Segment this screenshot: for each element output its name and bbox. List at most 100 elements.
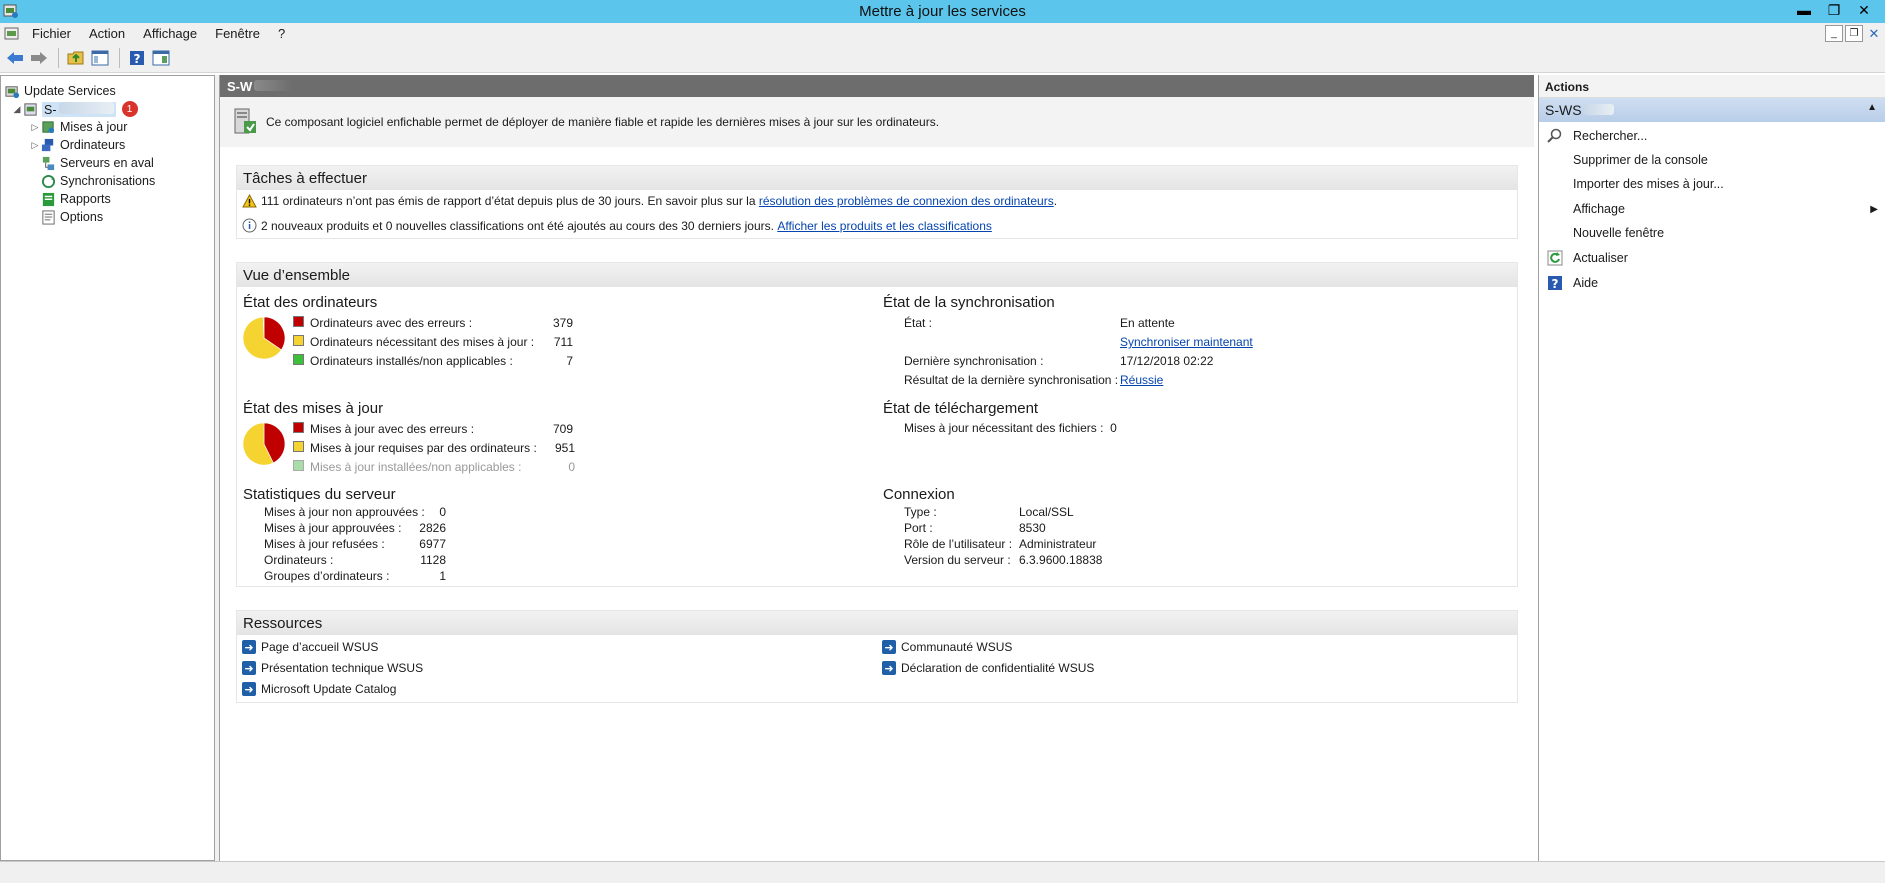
action-rechercher[interactable]: Rechercher... <box>1539 125 1885 147</box>
legend-swatch-installed <box>293 354 304 365</box>
updates-pie-chart <box>242 422 286 466</box>
resource-link-privacy[interactable]: ➜ Déclaration de confidentialité WSUS <box>882 661 1094 675</box>
tree-item-serveurs-en-aval[interactable]: Serveurs en aval <box>41 154 154 172</box>
mdi-close-button[interactable]: ✕ <box>1865 25 1883 42</box>
show-hide-tree-button[interactable] <box>89 47 111 69</box>
updates-installed-label: Mises à jour installées/non applicables … <box>310 460 522 474</box>
task-row-products: 2 nouveaux produits et 0 nouvelles class… <box>242 218 992 233</box>
conn-version-value: 6.3.9600.18838 <box>1019 553 1103 567</box>
resource-link-update-catalog[interactable]: ➜ Microsoft Update Catalog <box>242 682 396 696</box>
link-arrow-icon: ➜ <box>242 661 256 675</box>
collapse-caret-icon[interactable]: ▲ <box>1867 102 1877 113</box>
update-services-icon <box>5 85 20 98</box>
results-pane: S-W Ce composant logiciel enfichable per… <box>219 75 1534 861</box>
overview-title: Vue d’ensemble <box>237 263 1517 287</box>
collapse-arrow-icon[interactable]: ◢ <box>11 104 23 115</box>
server-stats-title: Statistiques du serveur <box>243 486 396 503</box>
tasks-title: Tâches à effectuer <box>237 166 1517 190</box>
sync-now-link[interactable]: Synchroniser maintenant <box>1120 335 1253 349</box>
minimize-button[interactable]: ▬ <box>1789 0 1819 20</box>
action-supprimer[interactable]: Supprimer de la console <box>1539 149 1885 171</box>
tasks-section: Tâches à effectuer 111 ordinateurs n’ont… <box>236 165 1518 239</box>
computers-icon <box>41 138 54 151</box>
last-sync-result-link[interactable]: Réussie <box>1120 373 1163 387</box>
tree-item-server[interactable]: ◢ S- 1 <box>11 100 138 118</box>
task-row-reports: 111 ordinateurs n’ont pas émis de rappor… <box>242 194 1057 208</box>
action-actualiser[interactable]: Actualiser <box>1539 247 1885 269</box>
console-icon[interactable] <box>4 26 20 42</box>
info-icon <box>242 218 257 233</box>
toolbar-separator <box>119 48 120 68</box>
action-affichage[interactable]: Affichage ▶ <box>1539 198 1885 220</box>
task-text-reports: 111 ordinateurs n’ont pas émis de rappor… <box>261 194 756 208</box>
tree-item-synchronisations[interactable]: Synchronisations <box>41 172 155 190</box>
legend-swatch-needing <box>293 335 304 346</box>
restore-button[interactable]: ❐ <box>1819 0 1849 20</box>
up-folder-button[interactable] <box>65 47 87 69</box>
forward-button[interactable] <box>28 47 50 69</box>
help-icon: ? <box>1548 276 1562 291</box>
expand-arrow-icon[interactable]: ▷ <box>29 140 41 151</box>
tree-item-options[interactable]: Options <box>41 208 103 226</box>
tree-item-ordinateurs[interactable]: ▷ Ordinateurs <box>29 136 126 154</box>
updates-required-value: 951 <box>554 441 575 455</box>
synchronizations-icon <box>41 174 56 188</box>
redacted-name <box>58 101 114 114</box>
menu-help[interactable]: ? <box>269 26 294 41</box>
tree-label-synchronisations: Synchronisations <box>60 174 156 188</box>
action-nouvelle-fenetre[interactable]: Nouvelle fenêtre <box>1539 222 1885 244</box>
svg-text:?: ? <box>1552 277 1559 291</box>
updates-required-label: Mises à jour requises par des ordinateur… <box>310 441 537 455</box>
sync-state-label: État : <box>904 316 933 330</box>
menu-fenetre[interactable]: Fenêtre <box>206 26 269 41</box>
expand-arrow-icon[interactable]: ▷ <box>29 122 41 133</box>
window-title: Mettre à jour les services <box>859 3 1026 20</box>
stat-label: Mises à jour refusées : <box>264 537 385 551</box>
resources-section: Ressources ➜ Page d’accueil WSUS ➜ Présent… <box>236 610 1518 703</box>
submenu-arrow-icon: ▶ <box>1870 203 1878 215</box>
mdi-minimize-button[interactable]: _ <box>1825 25 1843 42</box>
updates-installed-row: Mises à jour installées/non applicables … <box>293 460 575 474</box>
tree-label-rapports: Rapports <box>60 192 111 206</box>
menu-action[interactable]: Action <box>80 26 134 41</box>
resource-link-home[interactable]: ➜ Page d’accueil WSUS <box>242 640 378 654</box>
tree-item-mises-a-jour[interactable]: ▷ Mises à jour <box>29 118 128 136</box>
tree-item-update-services[interactable]: Update Services <box>5 82 116 100</box>
actions-server-header[interactable]: S-WS ▲ <box>1539 98 1885 122</box>
updates-errors-label: Mises à jour avec des erreurs : <box>310 422 475 436</box>
stat-label: Mises à jour approuvées : <box>264 521 402 535</box>
help-button[interactable]: ? <box>126 47 148 69</box>
computers-errors-row: Ordinateurs avec des erreurs : 379 <box>293 316 573 330</box>
show-hide-action-pane-button[interactable] <box>150 47 172 69</box>
tree-item-rapports[interactable]: Rapports <box>41 190 111 208</box>
conn-port-value: 8530 <box>1019 521 1046 535</box>
conn-role-value: Administrateur <box>1019 537 1097 551</box>
menu-affichage[interactable]: Affichage <box>134 26 206 41</box>
close-button[interactable]: ✕ <box>1849 0 1879 20</box>
menu-bar: Fichier Action Affichage Fenêtre ? <box>0 23 1885 44</box>
action-importer[interactable]: Importer des mises à jour... <box>1539 173 1885 195</box>
server-icon <box>24 102 37 116</box>
mdi-restore-button[interactable]: ❐ <box>1845 25 1863 42</box>
computers-installed-label: Ordinateurs installés/non applicables : <box>310 354 513 368</box>
action-aide[interactable]: ? Aide <box>1539 272 1885 294</box>
stat-row-approved: Mises à jour approuvées : 2826 <box>264 521 446 535</box>
conn-role-label: Rôle de l’utilisateur : <box>904 537 1013 551</box>
tree-label-update-services: Update Services <box>24 84 116 98</box>
products-classifications-link[interactable]: Afficher les produits et les classificat… <box>777 219 992 233</box>
tree-label-options: Options <box>60 210 104 224</box>
toolbar: ? <box>0 44 1885 73</box>
connection-troubleshooting-link[interactable]: résolution des problèmes de connexion de… <box>759 194 1054 208</box>
back-button[interactable] <box>4 47 26 69</box>
legend-swatch-required <box>293 441 304 452</box>
stat-row-unapproved: Mises à jour non approuvées : 0 <box>264 505 446 519</box>
action-pane-icon <box>152 50 170 66</box>
legend-swatch-installed <box>293 460 304 471</box>
resource-link-tech-overview[interactable]: ➜ Présentation technique WSUS <box>242 661 423 675</box>
menu-fichier[interactable]: Fichier <box>23 26 80 41</box>
resources-title: Ressources <box>237 611 1517 635</box>
refresh-icon <box>1547 250 1563 266</box>
results-header: S-W <box>220 75 1534 97</box>
link-arrow-icon: ➜ <box>242 682 256 696</box>
resource-link-community[interactable]: ➜ Communauté WSUS <box>882 640 1012 654</box>
